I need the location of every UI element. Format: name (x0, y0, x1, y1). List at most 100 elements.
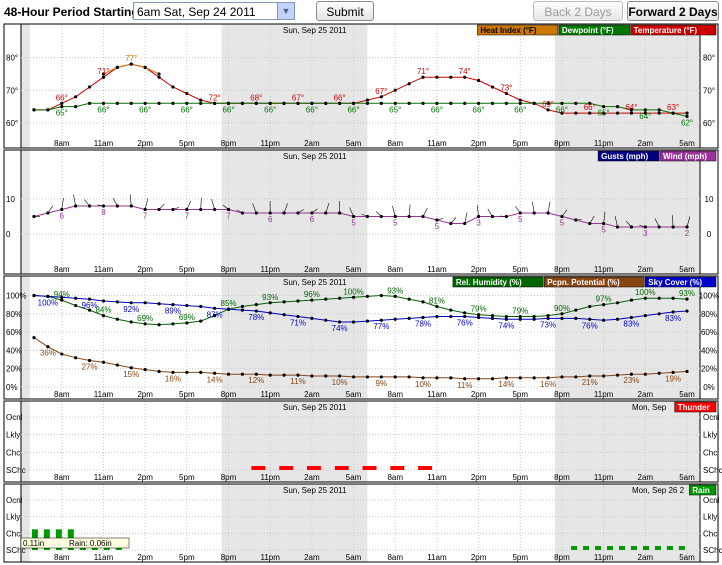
hour-label: 2pm (137, 390, 153, 399)
data-point (282, 300, 286, 304)
data-label: 62° (681, 118, 693, 127)
y-tick-right: 40% (701, 346, 717, 355)
data-point (476, 78, 481, 83)
data-label: 89% (165, 307, 181, 316)
data-point (74, 356, 78, 360)
hour-label: 8am (54, 265, 70, 274)
y-tick-right: 80% (701, 310, 717, 319)
data-point (574, 308, 578, 312)
data-point (324, 297, 328, 301)
data-label: 66° (514, 105, 526, 114)
data-label: 81% (429, 296, 445, 305)
data-point (449, 101, 453, 105)
data-label: 93% (679, 289, 695, 298)
date-label: Sun, Sep 25 2011 (283, 486, 347, 495)
hour-label: 5pm (512, 390, 528, 399)
data-label: 15% (123, 370, 139, 379)
legend-label: Thunder (678, 403, 710, 412)
data-point (365, 98, 370, 102)
data-point (504, 314, 508, 319)
data-point (240, 308, 245, 312)
data-label: 69% (137, 314, 153, 323)
y-tick-left: 40% (6, 346, 22, 355)
data-point (504, 101, 508, 105)
y-tick-right: SChc (703, 546, 722, 555)
hour-label: 5pm (179, 265, 195, 274)
data-point (476, 315, 481, 320)
data-point (615, 105, 620, 109)
data-label: 100% (635, 288, 655, 297)
legend-label: Temperature (°F) (634, 26, 698, 35)
hour-label: 2pm (137, 139, 153, 148)
hour-label: 11pm (260, 139, 280, 148)
data-label: 73° (500, 84, 512, 93)
y-tick-right: 0% (703, 383, 715, 392)
data-point (157, 323, 161, 327)
y-tick-right: 100% (699, 291, 719, 300)
data-label: 14% (207, 375, 223, 384)
hour-label: 8pm (554, 390, 570, 399)
data-label: 69% (179, 313, 195, 322)
hour-label: 11am (94, 139, 114, 148)
data-point (393, 88, 397, 92)
data-point (546, 314, 550, 318)
hour-label: 11pm (260, 553, 280, 562)
data-label: 66° (347, 105, 359, 114)
legend-label: Sky Cover (%) (648, 278, 702, 287)
data-point (157, 369, 161, 374)
data-label: 66° (264, 105, 276, 114)
data-label: 5 (351, 219, 356, 228)
hour-label: 8am (387, 265, 403, 274)
data-label: 97% (596, 295, 612, 304)
data-point (463, 311, 467, 315)
data-point (574, 111, 578, 115)
hour-label: 8pm (221, 553, 237, 562)
hour-label: 2pm (137, 473, 153, 482)
hour-label: 5pm (512, 139, 528, 148)
data-label: 85% (221, 299, 237, 308)
hour-label: 5pm (179, 139, 195, 148)
data-point (588, 304, 592, 309)
bar (583, 546, 590, 550)
hour-label: 2am (304, 390, 320, 399)
hour-label: 11pm (594, 265, 614, 274)
data-label: 6 (60, 212, 65, 221)
hour-label: 5pm (179, 390, 195, 399)
data-label: 27% (82, 362, 98, 371)
y-tick-right: 60° (703, 119, 715, 128)
data-label: 10% (332, 378, 348, 387)
hour-label: 8am (54, 390, 70, 399)
hour-label: 8am (387, 473, 403, 482)
hour-label: 2am (638, 390, 654, 399)
hour-label: 2am (638, 139, 654, 148)
data-point (407, 375, 411, 379)
data-label: 11% (290, 377, 305, 386)
data-point (393, 317, 397, 321)
hour-label: 11pm (594, 473, 614, 482)
hour-label: 11pm (594, 139, 614, 148)
hour-label: 5am (679, 473, 695, 482)
data-point (490, 101, 495, 105)
data-label: 63° (667, 103, 679, 112)
data-point (171, 85, 175, 89)
hour-label: 2am (304, 265, 320, 274)
data-point (421, 101, 425, 105)
y-tick-left: Chc (6, 529, 20, 538)
y-tick-left: 10 (6, 195, 15, 204)
data-point (74, 105, 78, 109)
bar (642, 546, 649, 550)
data-point (685, 309, 689, 313)
data-label: 67° (375, 87, 387, 96)
data-label: 64° (639, 112, 651, 121)
date-label: Sun, Sep 25 2011 (283, 152, 347, 161)
data-point (379, 293, 383, 298)
data-label: 100% (343, 287, 363, 296)
data-label: 6 (310, 215, 315, 224)
data-point (143, 301, 147, 305)
y-tick-left: Lkly (6, 513, 20, 522)
data-point (490, 85, 495, 89)
hour-label: 8am (54, 553, 70, 562)
data-label: 74° (459, 67, 471, 76)
data-label: 21% (582, 378, 598, 387)
hour-label: 5am (346, 390, 362, 399)
